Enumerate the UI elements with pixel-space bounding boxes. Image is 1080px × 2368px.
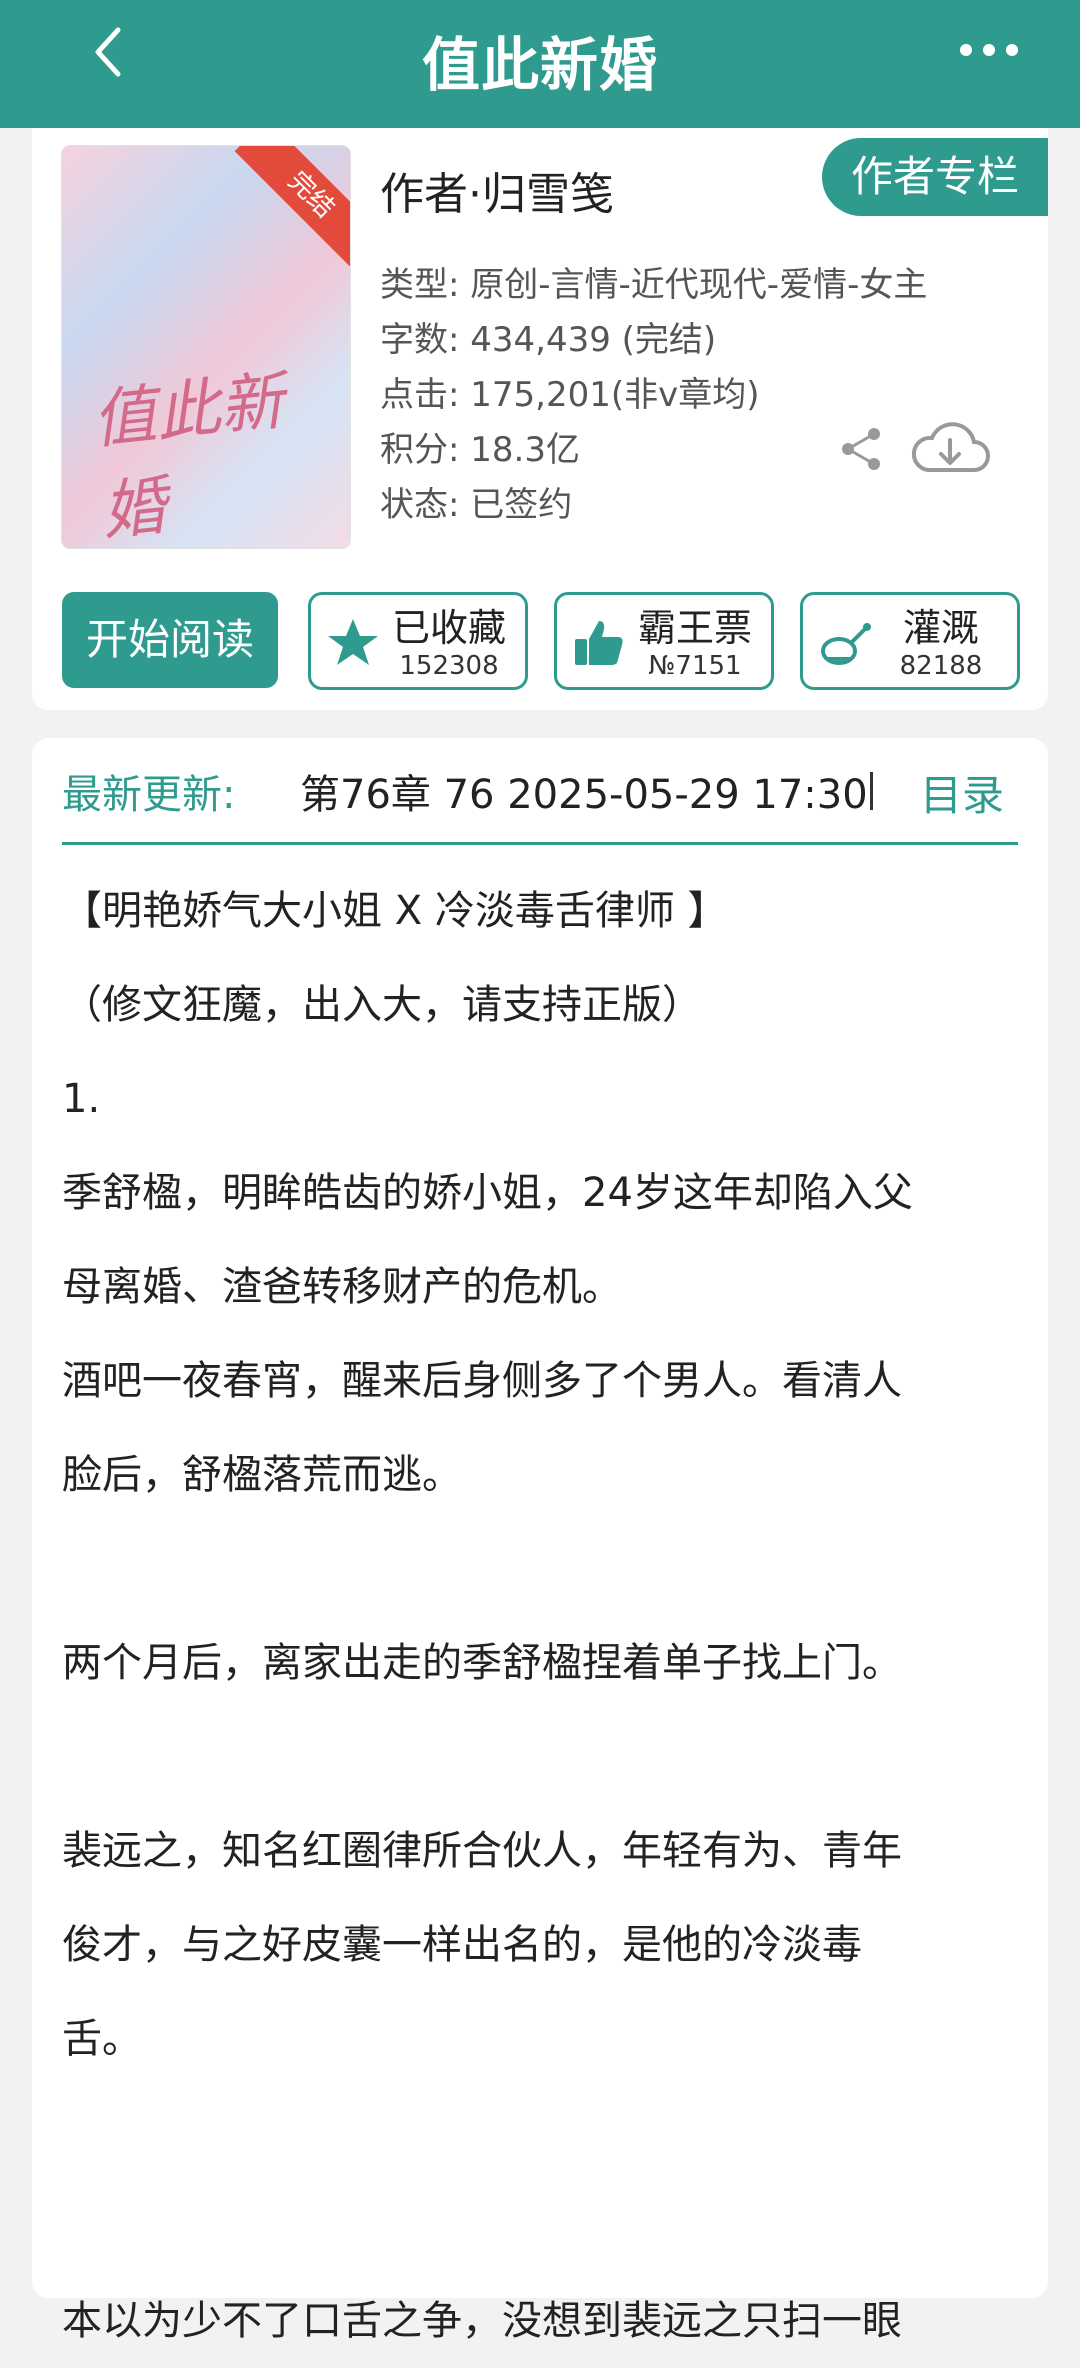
book-detail-card: 最新更新: 第76章 76 2025-05-29 17:30 目录 【明艳娇气大… [32,738,1048,2344]
book-info-card: 值此新婚 完结 作者·归雪笺 作者专栏 类型: 原创-言情-近代现代-爱情-女主… [32,128,1048,710]
cover-title: 值此新婚 [88,364,288,548]
book-meta: 类型: 原创-言情-近代现代-爱情-女主 字数: 434,439 (完结) 点击… [380,258,927,533]
page-title: 值此新婚 [421,31,658,99]
divider [62,842,1018,845]
synopsis-line: 俊才，与之好皮囊一样出名的，是他的冷淡毒 [62,1922,862,1968]
download-cloud-icon[interactable] [908,416,992,478]
meta-word-count: 字数: 434,439 (完结) [380,320,717,360]
book-synopsis: 【明艳娇气大小姐 X 冷淡毒舌律师 】 （修文狂魔，出入大，请支持正版） 1. … [62,864,1008,2368]
favorite-count: 152308 [399,651,499,681]
synopsis-line: 裴远之，知名红圈律所合伙人，年轻有为、青年 [62,1828,902,1874]
watering-can-icon [821,623,871,665]
synopsis-blank-line [62,1522,1008,1616]
author-column-button[interactable]: 作者专栏 [822,138,1048,216]
synopsis-line: （修文狂魔，出入大，请支持正版） [62,982,702,1028]
synopsis-line: 本以为少不了口舌之争，没想到裴远之只扫一眼 [62,2298,902,2344]
more-dots-icon[interactable] [954,30,1024,70]
meta-genre: 类型: 原创-言情-近代现代-爱情-女主 [380,265,928,305]
irrigate-label: 灌溉 [902,606,979,650]
synopsis-blank-line [62,1710,1008,1804]
table-of-contents-link[interactable]: 目录 [920,762,1004,823]
synopsis-line: 【明艳娇气大小姐 X 冷淡毒舌律师 】 [62,888,728,934]
vote-label: 霸王票 [637,606,752,650]
synopsis-line: 两个月后，离家出走的季舒楹捏着单子找上门。 [62,1640,902,1686]
author-name[interactable]: 作者·归雪笺 [380,158,614,222]
irrigate-button[interactable]: 灌溉 82188 [800,592,1020,690]
vote-count: №7151 [648,651,742,681]
synopsis-blank-line [62,2180,1008,2274]
irrigate-count: 82188 [899,651,983,681]
favorite-label: 已收藏 [391,606,506,650]
latest-chapter-link[interactable]: 第76章 76 2025-05-29 17:30 [300,762,900,820]
vote-button[interactable]: 霸王票 №7151 [554,592,774,690]
completed-badge: 完结 [234,146,350,272]
share-icon[interactable] [836,424,886,474]
start-reading-button[interactable]: 开始阅读 [62,592,278,688]
divider [870,772,873,810]
meta-clicks: 点击: 175,201(非v章均) [380,375,760,415]
synopsis-line: 季舒楹，明眸皓齿的娇小姐，24岁这年却陷入父 [62,1170,913,1216]
thumbs-up-icon [575,621,623,665]
synopsis-blank-line [62,2086,1008,2180]
synopsis-line: 舌。 [62,2016,142,2062]
synopsis-line: 酒吧一夜春宵，醒来后身侧多了个男人。看清人 [62,1358,902,1404]
top-app-bar: 值此新婚 [0,0,1080,128]
meta-status: 状态: 已签约 [380,485,573,525]
synopsis-line: 1. [62,1076,101,1122]
latest-update-label: 最新更新: [62,772,236,818]
star-icon [328,619,378,665]
synopsis-line: 母离婚、渣爸转移财产的危机。 [62,1264,622,1310]
book-cover[interactable]: 值此新婚 完结 [62,146,350,548]
synopsis-line: 脸后，舒楹落荒而逃。 [62,1452,462,1498]
favorite-button[interactable]: 已收藏 152308 [308,592,528,690]
